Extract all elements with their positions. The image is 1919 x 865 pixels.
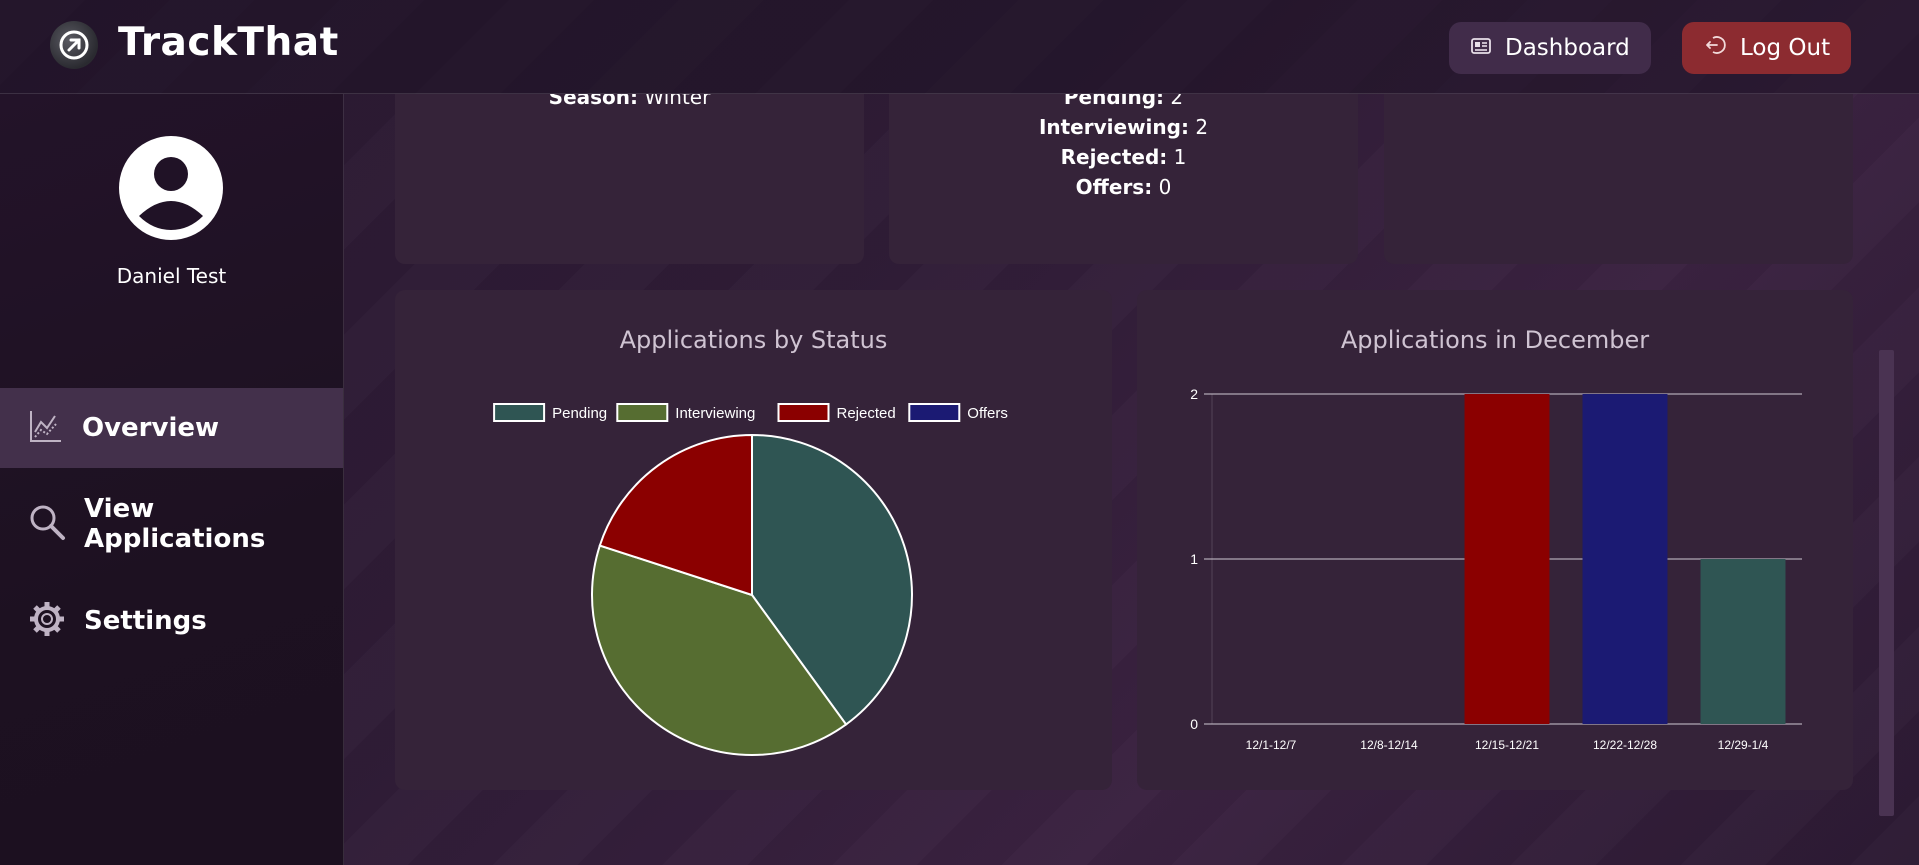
gear-icon: [28, 600, 66, 642]
legend-swatch: [777, 403, 830, 422]
season-row: Season: Winter: [395, 94, 864, 112]
sidebar-item-settings[interactable]: Settings: [0, 581, 343, 661]
bar-chart: 0 1 2 12/1-12/7 12/8-12/14 12/15-12/21 12/22-1…: [1190, 386, 1802, 752]
app-title[interactable]: TrackThat: [118, 20, 339, 65]
app-logo-icon[interactable]: [50, 21, 98, 69]
offers-row: Offers: 0: [1075, 175, 1172, 199]
legend-label: Rejected: [837, 405, 896, 422]
top-header: TrackThat Dashboard Log Out: [0, 0, 1919, 94]
x-tick-label: 12/1-12/7: [1246, 738, 1297, 752]
legend-label: Interviewing: [675, 405, 755, 422]
bar-12/29-1/4[interactable]: [1700, 559, 1786, 724]
info-card-season: Season: Winter: [395, 94, 864, 264]
legend-item-pending[interactable]: Pending: [493, 403, 607, 422]
logout-button[interactable]: Log Out: [1682, 22, 1851, 74]
pending-row: Pending: 2: [1063, 94, 1184, 109]
legend-label: Offers: [967, 405, 1008, 422]
december-chart-card: Applications in December 0 1 2 12/1-12/7 12/…: [1137, 290, 1853, 790]
avatar[interactable]: [119, 136, 223, 240]
pie-chart: Pending Interviewing Rejected Offers: [493, 403, 1008, 756]
bar-12/15-12/21[interactable]: [1464, 394, 1550, 724]
sidebar: Daniel Test Overview View Applications S…: [0, 94, 344, 865]
dashboard-icon: [1471, 35, 1491, 61]
x-tick-label: 12/29-1/4: [1718, 738, 1769, 752]
legend-swatch: [616, 403, 669, 422]
sidebar-item-view-applications[interactable]: View Applications: [0, 484, 343, 564]
legend-item-rejected[interactable]: Rejected: [777, 403, 896, 422]
sidebar-item-overview[interactable]: Overview: [0, 388, 343, 468]
legend-swatch: [493, 403, 546, 422]
y-tick-label: 2: [1190, 386, 1198, 402]
x-tick-label: 12/15-12/21: [1475, 738, 1539, 752]
season-value: Winter: [644, 94, 711, 109]
main-scrollbar[interactable]: [1879, 350, 1894, 816]
status-count-list: Pending: 2 Interviewing: 2 Rejected: 1 O…: [889, 94, 1358, 202]
sidebar-item-label: Settings: [84, 606, 207, 636]
legend-item-interviewing[interactable]: Interviewing: [616, 403, 755, 422]
rejected-row: Rejected: 1: [1060, 145, 1187, 169]
legend-item-offers[interactable]: Offers: [908, 403, 1008, 422]
sidebar-item-label: View Applications: [84, 494, 266, 554]
logout-icon: [1704, 34, 1726, 62]
sidebar-item-label: Overview: [82, 413, 220, 443]
dashboard-label: Dashboard: [1505, 35, 1630, 61]
x-tick-label: 12/8-12/14: [1360, 738, 1418, 752]
logout-label: Log Out: [1740, 35, 1831, 61]
legend-label: Pending: [552, 405, 607, 422]
info-card-blank: [1384, 94, 1853, 264]
bar-12/22-12/28[interactable]: [1582, 394, 1668, 724]
interviewing-row: Interviewing: 2: [1038, 115, 1209, 139]
username: Daniel Test: [116, 264, 227, 288]
x-tick-label: 12/22-12/28: [1593, 738, 1657, 752]
search-icon: [28, 503, 66, 545]
dashboard-button[interactable]: Dashboard: [1449, 22, 1651, 74]
y-tick-label: 0: [1190, 716, 1198, 732]
chart-icon: [28, 408, 64, 448]
legend-swatch: [908, 403, 961, 422]
info-card-status-counts: Pending: 2 Interviewing: 2 Rejected: 1 O…: [889, 94, 1358, 264]
season-label: Season:: [548, 94, 639, 109]
status-chart-card: Applications by Status Pending Interviewi…: [395, 290, 1112, 790]
y-tick-label: 1: [1190, 551, 1198, 567]
